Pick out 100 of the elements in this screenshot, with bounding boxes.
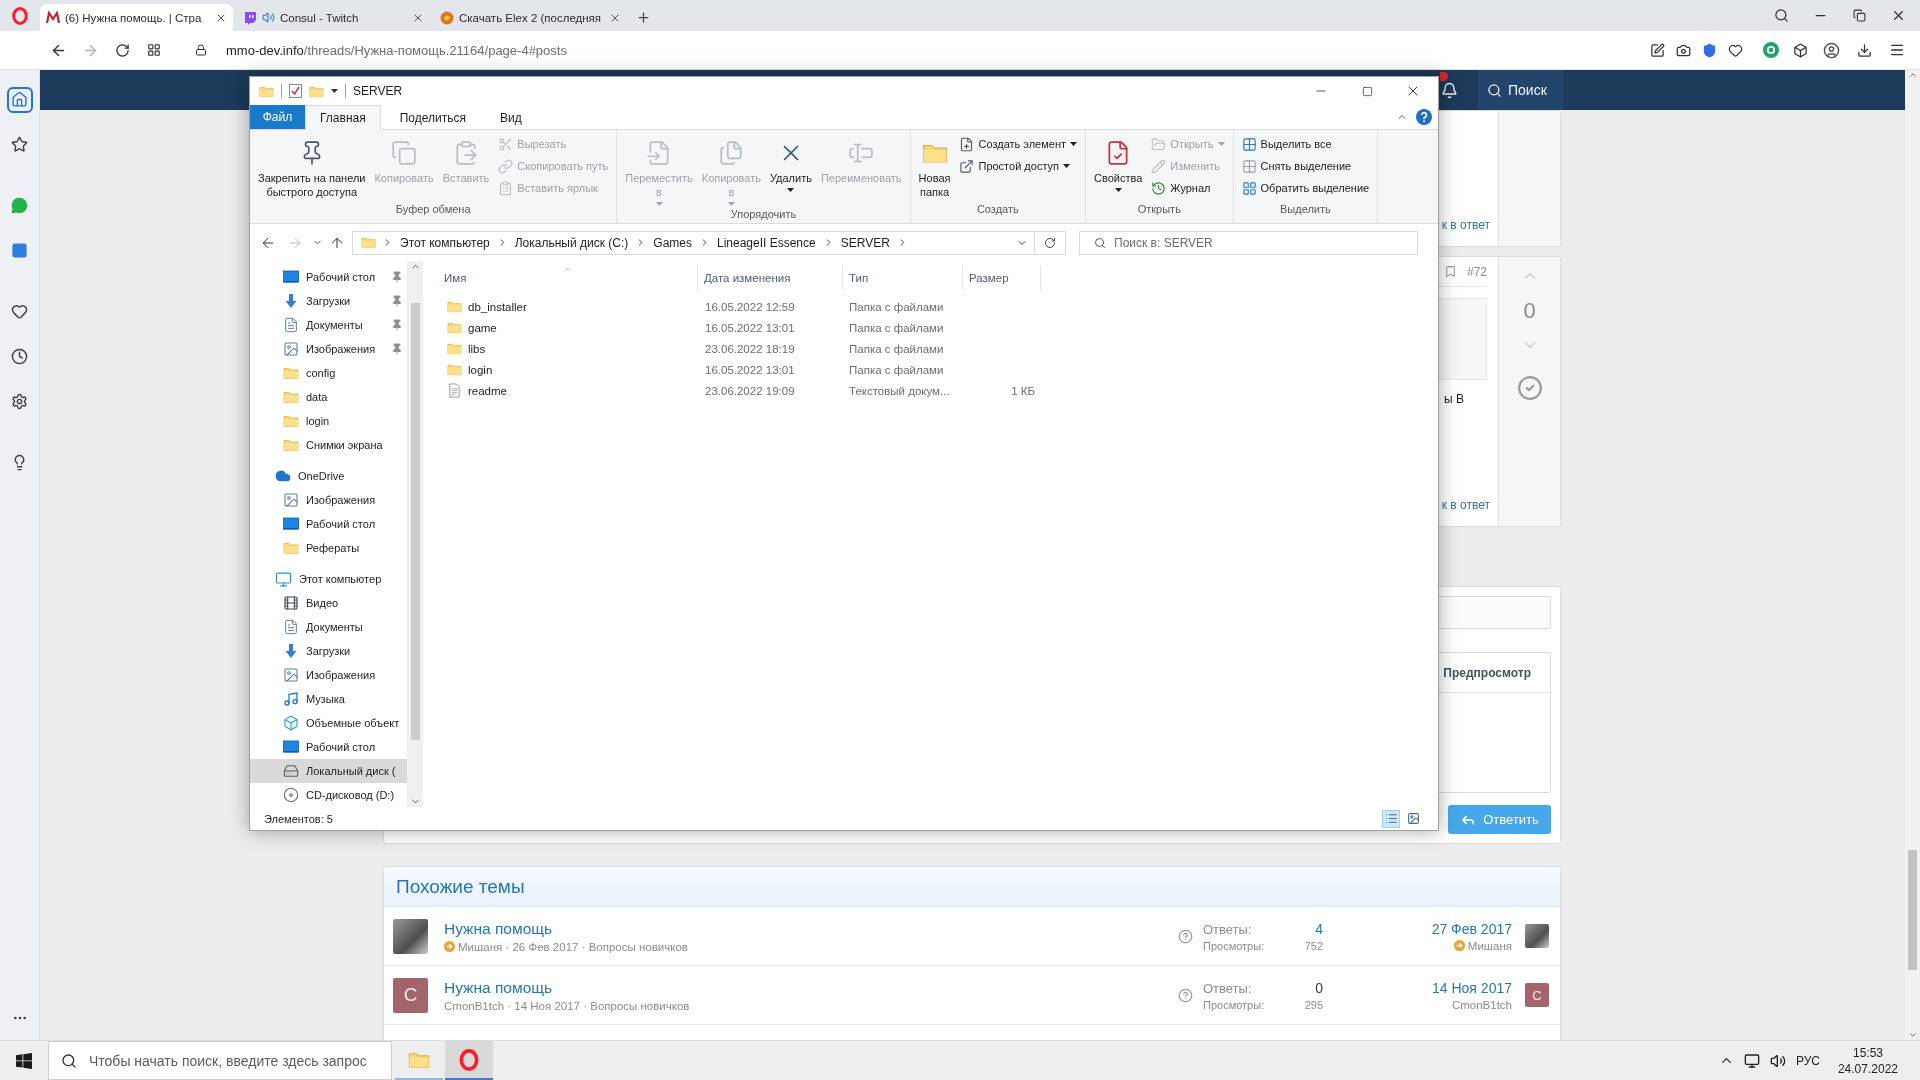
column-header[interactable]: Дата изменения [698,265,843,291]
nav-item[interactable]: Загрузки [250,289,407,313]
home-icon[interactable] [6,86,33,113]
browser-tab[interactable]: Consul - Twitch [237,4,430,31]
ribbon-button[interactable]: Выделить все [1238,133,1373,155]
thread-title-link[interactable]: Нужна помощь [444,919,553,938]
nav-item[interactable]: Документы [250,615,407,639]
reply-link[interactable]: к в ответ [1441,498,1490,512]
close-icon[interactable] [1891,8,1906,23]
nav-item[interactable]: Рабочий стол [250,512,407,536]
nav-item[interactable]: Изображения [250,337,407,361]
scrollbar-thumb[interactable] [410,303,420,740]
bookmark-icon[interactable] [1443,265,1457,278]
scroll-down-icon[interactable] [1907,1030,1918,1040]
ribbon-tab[interactable]: Вид [484,105,537,130]
clock[interactable]: 15:53 24.07.2022 [1837,1044,1898,1077]
scroll-up-icon[interactable] [1907,70,1918,80]
network-icon[interactable] [1743,1052,1760,1069]
nav-item[interactable]: OneDrive [250,464,407,488]
ribbon-button[interactable]: Удалить [766,136,815,194]
last-post-date[interactable]: 14 Ноя 2017 [1432,979,1512,996]
check-page-icon[interactable] [289,84,302,98]
cube-icon[interactable] [1792,42,1808,58]
nav-item[interactable]: Видео [250,591,407,615]
ribbon-button[interactable]: Закрепить на панели быстрого доступа [255,136,369,201]
reload-icon[interactable] [114,42,130,58]
scrollbar-thumb[interactable] [1908,850,1917,970]
nav-item[interactable]: login [250,409,407,433]
file-name[interactable]: libs [468,342,486,355]
grid-icon[interactable] [147,43,161,57]
last-post-date[interactable]: 27 Фев 2017 [1431,920,1512,937]
file-name[interactable]: db_installer [468,300,527,313]
start-icon[interactable] [16,1052,32,1069]
ribbon-tab[interactable]: Главная [305,105,381,130]
stat-value[interactable]: 4 [1304,920,1323,937]
pin-icon[interactable] [391,343,403,355]
nav-item[interactable]: Этот компьютер [250,567,407,591]
breadcrumb[interactable]: Games [652,235,693,250]
breadcrumb[interactable]: LineageII Essence [716,235,817,250]
pin-icon[interactable] [391,271,403,283]
heart-icon[interactable] [1727,42,1743,58]
help-icon[interactable] [1178,928,1193,944]
ribbon-button[interactable]: Новая папка [915,136,954,201]
search-field[interactable]: Поиск в: SERVER [1079,230,1418,255]
restore-icon[interactable] [1853,9,1866,22]
breadcrumb[interactable]: SERVER [839,235,891,250]
maximize-icon[interactable] [1361,85,1373,97]
browser-tab[interactable]: (6) Нужна помощь. | Стра [40,4,233,31]
nav-item[interactable]: Снимки экрана [250,433,407,457]
file-name[interactable]: readme [468,384,507,397]
download-icon[interactable] [1856,42,1872,58]
pin-icon[interactable] [391,319,403,331]
bell-icon[interactable] [1441,81,1458,99]
file-name[interactable]: login [468,363,493,376]
camera-icon[interactable] [1675,42,1691,58]
file-name[interactable]: game [468,321,497,334]
nav-item[interactable]: Рабочий стол [250,265,407,289]
new-tab-icon[interactable] [635,10,651,25]
check-circle-icon[interactable] [1516,375,1543,401]
thread-title-link[interactable]: Нужна помощь [444,978,553,997]
search-button[interactable]: Поиск [1478,70,1563,110]
speaker-icon[interactable] [262,11,275,24]
nav-item[interactable]: Локальный диск ( [250,759,407,783]
preview-tab[interactable]: Предпросмотр [1443,665,1531,680]
avatar-icon[interactable] [1823,41,1840,59]
round-extension-icon[interactable] [1763,42,1779,58]
column-header[interactable]: Размер [963,265,1041,291]
nav-item[interactable]: data [250,385,407,409]
ring-logo-icon[interactable] [11,6,29,25]
nav-item[interactable]: Объемные объект [250,711,407,735]
view-mode-button[interactable] [1382,809,1400,828]
nav-item[interactable]: Рефераты [250,536,407,560]
nav-item[interactable]: CD-дисковод (D:) [250,783,407,807]
ribbon-tab[interactable]: Файл [250,105,305,129]
nav-item[interactable]: Документы [250,313,407,337]
nav-item[interactable]: Изображения [250,663,407,687]
shield-icon[interactable] [1701,42,1717,58]
help-icon[interactable] [1178,987,1193,1003]
taskbar-search-field[interactable]: Чтобы начать поиск, введите здесь запрос [48,1041,392,1080]
ribbon-button[interactable]: Создать элемент [956,133,1081,155]
refresh-button[interactable] [1035,230,1066,255]
nav-item[interactable]: Музыка [250,687,407,711]
volume-icon[interactable] [1769,1052,1786,1069]
reply-link[interactable]: к в ответ [1441,218,1490,232]
path-field[interactable]: Этот компьютер Локальный диск (C:) Games LineageII Essence SERVER [352,230,1035,255]
language-indicator[interactable]: РУС [1795,1053,1820,1068]
ribbon-button[interactable]: Журнал [1148,177,1228,199]
nav-item[interactable]: Рабочий стол [250,735,407,759]
breadcrumb[interactable]: Этот компьютер [399,235,491,250]
ribbon-tab[interactable]: Поделиться [384,105,481,130]
ribbon-button[interactable]: Снять выделение [1238,155,1373,177]
nav-item[interactable]: Изображения [250,488,407,512]
ribbon-button[interactable]: Свойства [1091,136,1146,194]
help-icon[interactable] [1416,109,1432,125]
menu-icon[interactable] [1888,42,1905,58]
ribbon-button[interactable]: Обратить выделение [1238,177,1373,199]
nav-item[interactable]: config [250,361,407,385]
title-input-field[interactable] [1439,596,1551,629]
breadcrumb[interactable]: Локальный диск (C:) [513,235,630,250]
ribbon-button[interactable]: Простой доступ [956,155,1081,177]
